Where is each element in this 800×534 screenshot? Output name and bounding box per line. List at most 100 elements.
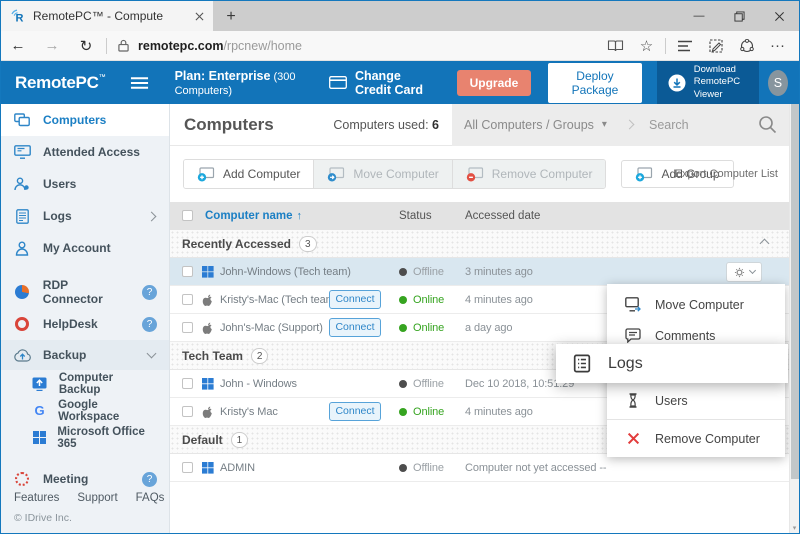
sidebar-item-logs[interactable]: Logs [1, 200, 169, 232]
browser-tab[interactable]: R RemotePC™ - Compute [1, 1, 213, 31]
sidebar-item-attended-access[interactable]: Attended Access [1, 136, 169, 168]
copyright: © IDrive Inc. [14, 512, 163, 524]
row-checkbox[interactable] [182, 462, 193, 473]
sidebar-item-meeting[interactable]: Meeting? [1, 463, 169, 495]
sidebar-item-computers[interactable]: Computers [1, 104, 169, 136]
scroll-down-arrow[interactable]: ▾ [790, 524, 799, 532]
row-actions-button[interactable] [726, 262, 762, 282]
web-note-icon[interactable] [700, 39, 731, 53]
select-all-checkbox[interactable] [182, 210, 193, 221]
back-button[interactable]: ← [1, 37, 35, 54]
menu-item-move-computer[interactable]: Move Computer [607, 289, 785, 320]
share-icon[interactable] [731, 39, 762, 53]
footer-link-features[interactable]: Features [14, 492, 59, 504]
meeting-icon [13, 472, 31, 486]
minimize-button[interactable]: — [679, 1, 719, 31]
sidebar-item-users[interactable]: Users [1, 168, 169, 200]
collapse-icon[interactable] [760, 239, 770, 249]
backup-icon [13, 349, 31, 362]
sidebar-item-computer-backup[interactable]: Computer Backup [1, 370, 169, 397]
computers-used-value: 6 [432, 118, 439, 132]
row-checkbox[interactable] [182, 266, 193, 277]
sidebar-item-rdp-connector[interactable]: RDP Connector? [1, 276, 169, 308]
connect-button[interactable]: Connect [329, 290, 381, 309]
forward-button[interactable]: → [35, 37, 69, 54]
svg-text:R: R [16, 13, 24, 25]
upgrade-button[interactable]: Upgrade [457, 70, 532, 96]
close-window-button[interactable] [759, 1, 799, 31]
computers-groups-dropdown[interactable]: All Computers / Groups ▾ [464, 118, 626, 132]
deploy-package-button[interactable]: Deploy Package [548, 63, 641, 103]
new-tab-button[interactable]: + [213, 3, 249, 31]
computer-row[interactable]: ADMINOfflineComputer not yet accessed -- [170, 454, 789, 482]
scrollbar[interactable]: ▾ [789, 104, 799, 533]
restore-button[interactable] [719, 1, 759, 31]
status-dot-icon [399, 268, 407, 276]
scrollbar-thumb[interactable] [791, 104, 799, 479]
row-checkbox[interactable] [182, 294, 193, 305]
status-online: Online [399, 406, 444, 418]
column-status[interactable]: Status [399, 210, 432, 222]
connect-button[interactable]: Connect [329, 402, 381, 421]
menu-item-logs-enlarged[interactable]: Logs [556, 344, 788, 383]
row-checkbox[interactable] [182, 378, 193, 389]
chevron-down-icon [748, 267, 755, 274]
sidebar-item-label: Users [43, 177, 76, 191]
tab-bar: R RemotePC™ - Compute + — [1, 1, 799, 31]
more-options-icon[interactable]: ··· [762, 37, 793, 54]
refresh-button[interactable]: ↻ [69, 37, 103, 55]
remove-computer-button[interactable]: Remove Computer [453, 160, 606, 188]
sidebar-item-google-workspace[interactable]: GGoogle Workspace [1, 397, 169, 424]
footer-link-support[interactable]: Support [77, 492, 117, 504]
hamburger-menu-icon[interactable] [130, 76, 149, 90]
search-icon[interactable] [758, 115, 777, 134]
connect-button[interactable]: Connect [329, 318, 381, 337]
hub-icon[interactable] [669, 40, 700, 52]
sidebar-item-backup[interactable]: Backup [1, 340, 169, 370]
help-icon[interactable]: ? [142, 285, 157, 300]
sidebar-item-microsoft-office-365[interactable]: Microsoft Office 365 [1, 424, 169, 451]
column-accessed-date[interactable]: Accessed date [465, 210, 540, 222]
download-viewer-button[interactable]: DownloadRemotePC Viewer [657, 61, 759, 104]
computer-row[interactable]: John-Windows (Tech team)Offline3 minutes… [170, 258, 789, 286]
sidebar-item-my-account[interactable]: My Account [1, 232, 169, 264]
row-checkbox[interactable] [182, 406, 193, 417]
reading-view-icon[interactable] [600, 39, 631, 53]
status-dot-icon [399, 380, 407, 388]
sort-asc-icon: ↑ [297, 210, 303, 222]
search-input[interactable] [647, 117, 752, 133]
move-computer-button[interactable]: Move Computer [314, 160, 452, 188]
tab-close-icon[interactable] [195, 12, 204, 21]
credit-card-icon [329, 76, 347, 89]
browser-actions: ☆ ··· [600, 37, 793, 55]
filter-search-panel: All Computers / Groups ▾ [452, 104, 789, 146]
favorites-star-icon[interactable]: ☆ [631, 37, 662, 55]
divider [665, 38, 666, 54]
status-dot-icon [399, 296, 407, 304]
help-icon[interactable]: ? [142, 472, 157, 487]
status-label: Offline [413, 378, 444, 390]
status-dot-icon [399, 464, 407, 472]
menu-item-remove-computer[interactable]: Remove Computer [607, 423, 785, 454]
row-checkbox[interactable] [182, 322, 193, 333]
status-dot-icon [399, 324, 407, 332]
address-bar[interactable]: remotepc.com/rpcnew/home [118, 39, 600, 53]
footer-link-faqs[interactable]: FAQs [136, 492, 165, 504]
computer-name: John - Windows [220, 378, 297, 390]
export-computer-list-link[interactable]: Export Computer List [675, 168, 778, 180]
column-computer-name[interactable]: Computer name↑ [205, 210, 302, 222]
add-computer-button[interactable]: Add Computer [184, 160, 314, 188]
sidebar-item-label: Backup [43, 348, 86, 362]
sidebar-item-label: HelpDesk [43, 317, 98, 331]
sidebar-item-label: Meeting [43, 472, 88, 486]
remove-computer-label: Remove Computer [492, 167, 593, 181]
menu-item-users[interactable]: Users [607, 385, 785, 416]
sidebar-item-label: Microsoft Office 365 [57, 426, 157, 450]
status-dot-icon [399, 408, 407, 416]
sidebar-item-helpdesk[interactable]: HelpDesk? [1, 308, 169, 340]
user-avatar[interactable]: S [768, 70, 788, 96]
change-credit-card-link[interactable]: Change Credit Card [329, 69, 440, 97]
apple-icon [202, 406, 214, 420]
help-icon[interactable]: ? [142, 317, 157, 332]
computer-actions-group: Add Computer Move Computer Remove Comput… [183, 159, 606, 189]
